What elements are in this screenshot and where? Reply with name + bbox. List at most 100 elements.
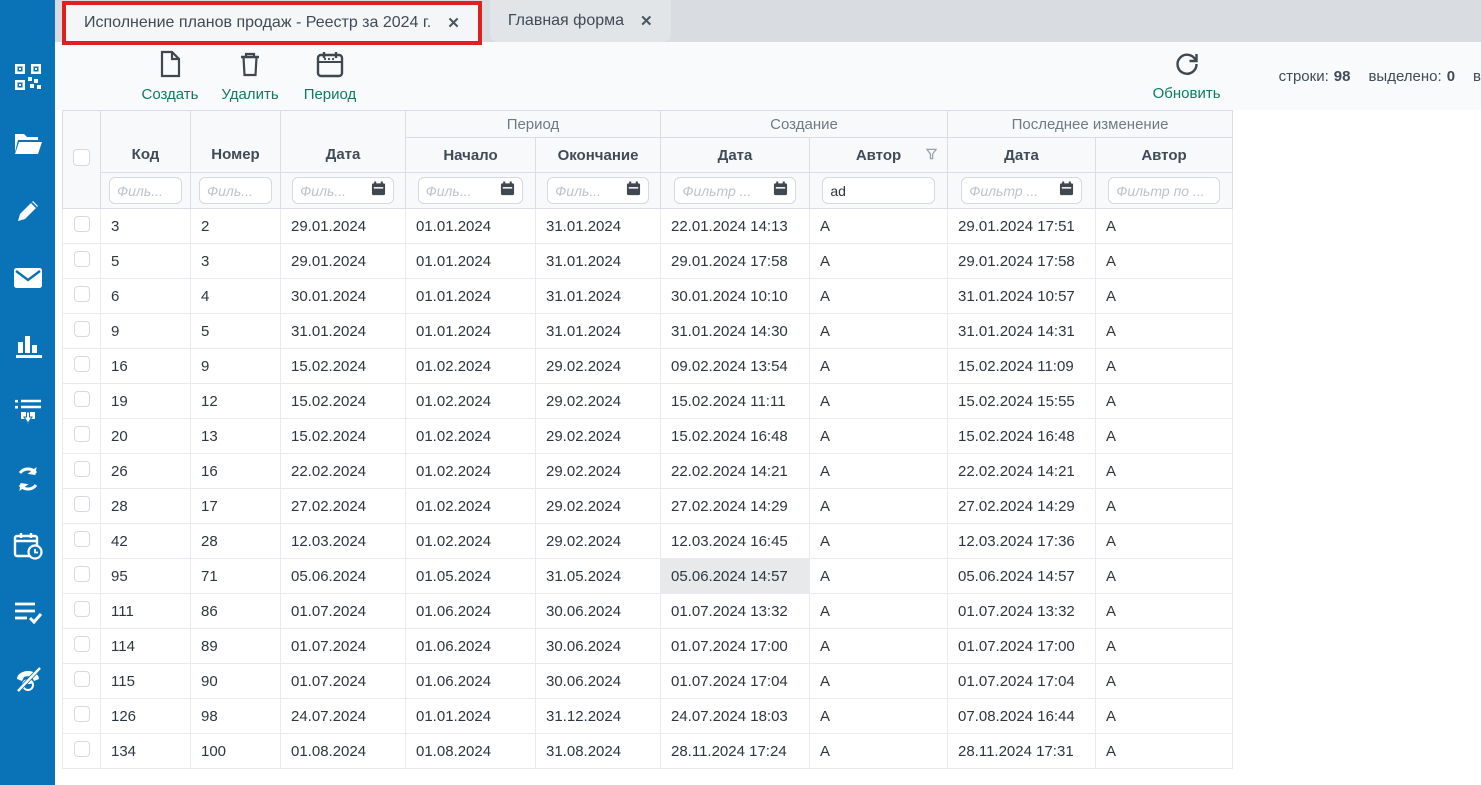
cell-modified-date[interactable]: 01.07.2024 13:32	[948, 594, 1096, 629]
cell-modified-date[interactable]: 01.07.2024 17:04	[948, 664, 1096, 699]
column-header-code[interactable]: Код	[101, 138, 191, 173]
calendar-icon[interactable]	[626, 181, 641, 201]
cell-created-author[interactable]: A	[810, 349, 948, 384]
cell-created-date[interactable]: 12.03.2024 16:45	[661, 524, 810, 559]
cell-start[interactable]: 01.02.2024	[406, 524, 536, 559]
row-checkbox[interactable]	[74, 741, 90, 757]
table-row[interactable]: 261622.02.202401.02.202429.02.202422.02.…	[63, 454, 1233, 489]
cell-number[interactable]: 100	[191, 734, 281, 769]
cell-end[interactable]: 30.06.2024	[536, 594, 661, 629]
cell-created-author[interactable]: A	[810, 699, 948, 734]
calendar-icon[interactable]	[500, 181, 515, 201]
cell-number[interactable]: 4	[191, 279, 281, 314]
sidebar-item-tasks[interactable]	[13, 598, 43, 628]
cell-date[interactable]: 15.02.2024	[281, 419, 406, 454]
cell-created-date[interactable]: 05.06.2024 14:57	[661, 559, 810, 594]
cell-created-author[interactable]: A	[810, 244, 948, 279]
cell-start[interactable]: 01.02.2024	[406, 419, 536, 454]
cell-date[interactable]: 30.01.2024	[281, 279, 406, 314]
cell-modified-author[interactable]: A	[1096, 629, 1233, 664]
cell-modified-author[interactable]: A	[1096, 699, 1233, 734]
cell-created-date[interactable]: 01.07.2024 17:00	[661, 629, 810, 664]
tab-main-form[interactable]: Главная форма ✕	[490, 0, 671, 42]
cell-end[interactable]: 29.02.2024	[536, 489, 661, 524]
cell-modified-date[interactable]: 31.01.2024 10:57	[948, 279, 1096, 314]
table-row[interactable]: 422812.03.202401.02.202429.02.202412.03.…	[63, 524, 1233, 559]
cell-code[interactable]: 16	[101, 349, 191, 384]
row-checkbox[interactable]	[74, 286, 90, 302]
cell-created-date[interactable]: 01.07.2024 17:04	[661, 664, 810, 699]
cell-date[interactable]: 01.07.2024	[281, 664, 406, 699]
cell-end[interactable]: 29.02.2024	[536, 384, 661, 419]
table-row[interactable]: 5329.01.202401.01.202431.01.202429.01.20…	[63, 244, 1233, 279]
cell-date[interactable]: 01.08.2024	[281, 734, 406, 769]
sidebar-item-mail[interactable]	[13, 263, 43, 293]
row-checkbox[interactable]	[74, 566, 90, 582]
cell-created-date[interactable]: 22.02.2024 14:21	[661, 454, 810, 489]
cell-modified-date[interactable]: 28.11.2024 17:31	[948, 734, 1096, 769]
calendar-icon[interactable]	[773, 181, 788, 201]
cell-modified-date[interactable]: 29.01.2024 17:58	[948, 244, 1096, 279]
cell-start[interactable]: 01.02.2024	[406, 489, 536, 524]
cell-start[interactable]: 01.06.2024	[406, 629, 536, 664]
column-header-modified-author[interactable]: Автор	[1096, 138, 1233, 173]
cell-date[interactable]: 15.02.2024	[281, 349, 406, 384]
cell-code[interactable]: 126	[101, 699, 191, 734]
cell-modified-author[interactable]: A	[1096, 419, 1233, 454]
cell-created-author[interactable]: A	[810, 524, 948, 559]
column-header-created-author[interactable]: Автор	[810, 138, 948, 173]
cell-date[interactable]: 01.07.2024	[281, 629, 406, 664]
column-header-start[interactable]: Начало	[406, 138, 536, 173]
cell-created-author[interactable]: A	[810, 664, 948, 699]
cell-modified-author[interactable]: A	[1096, 384, 1233, 419]
cell-date[interactable]: 29.01.2024	[281, 209, 406, 244]
cell-code[interactable]: 19	[101, 384, 191, 419]
cell-start[interactable]: 01.02.2024	[406, 349, 536, 384]
cell-date[interactable]: 15.02.2024	[281, 384, 406, 419]
cell-number[interactable]: 90	[191, 664, 281, 699]
cell-code[interactable]: 28	[101, 489, 191, 524]
cell-date[interactable]: 22.02.2024	[281, 454, 406, 489]
cell-code[interactable]: 42	[101, 524, 191, 559]
cell-created-author[interactable]: A	[810, 209, 948, 244]
table-row[interactable]: 957105.06.202401.05.202431.05.202405.06.…	[63, 559, 1233, 594]
cell-created-date[interactable]: 22.01.2024 14:13	[661, 209, 810, 244]
cell-modified-author[interactable]: A	[1096, 594, 1233, 629]
cell-code[interactable]: 115	[101, 664, 191, 699]
row-checkbox[interactable]	[74, 391, 90, 407]
table-row[interactable]: 13410001.08.202401.08.202431.08.202428.1…	[63, 734, 1233, 769]
cell-code[interactable]: 6	[101, 279, 191, 314]
cell-number[interactable]: 71	[191, 559, 281, 594]
cell-date[interactable]: 29.01.2024	[281, 244, 406, 279]
cell-start[interactable]: 01.06.2024	[406, 664, 536, 699]
sidebar-item-reports[interactable]	[13, 330, 43, 360]
select-all-checkbox[interactable]	[73, 149, 90, 166]
cell-created-author[interactable]: A	[810, 419, 948, 454]
cell-date[interactable]: 27.02.2024	[281, 489, 406, 524]
sidebar-item-qr[interactable]	[13, 62, 43, 92]
start-filter-input[interactable]	[426, 183, 497, 199]
cell-end[interactable]: 31.01.2024	[536, 314, 661, 349]
cell-number[interactable]: 3	[191, 244, 281, 279]
column-header-end[interactable]: Окончание	[536, 138, 661, 173]
cell-code[interactable]: 134	[101, 734, 191, 769]
cell-modified-author[interactable]: A	[1096, 244, 1233, 279]
cell-modified-date[interactable]: 07.08.2024 16:44	[948, 699, 1096, 734]
cell-modified-date[interactable]: 27.02.2024 14:29	[948, 489, 1096, 524]
row-checkbox[interactable]	[74, 636, 90, 652]
cell-end[interactable]: 31.01.2024	[536, 244, 661, 279]
cell-created-date[interactable]: 30.01.2024 10:10	[661, 279, 810, 314]
cell-created-author[interactable]: A	[810, 314, 948, 349]
row-checkbox[interactable]	[74, 216, 90, 232]
cell-modified-author[interactable]: A	[1096, 349, 1233, 384]
calendar-icon[interactable]	[1059, 181, 1074, 201]
cell-start[interactable]: 01.08.2024	[406, 734, 536, 769]
cell-modified-date[interactable]: 29.01.2024 17:51	[948, 209, 1096, 244]
modified-author-filter-input[interactable]	[1116, 183, 1212, 199]
modified-date-filter-input[interactable]	[969, 183, 1055, 199]
cell-end[interactable]: 29.02.2024	[536, 349, 661, 384]
cell-date[interactable]: 05.06.2024	[281, 559, 406, 594]
sidebar-item-no-calls[interactable]	[13, 665, 43, 695]
cell-start[interactable]: 01.02.2024	[406, 384, 536, 419]
cell-end[interactable]: 30.06.2024	[536, 664, 661, 699]
